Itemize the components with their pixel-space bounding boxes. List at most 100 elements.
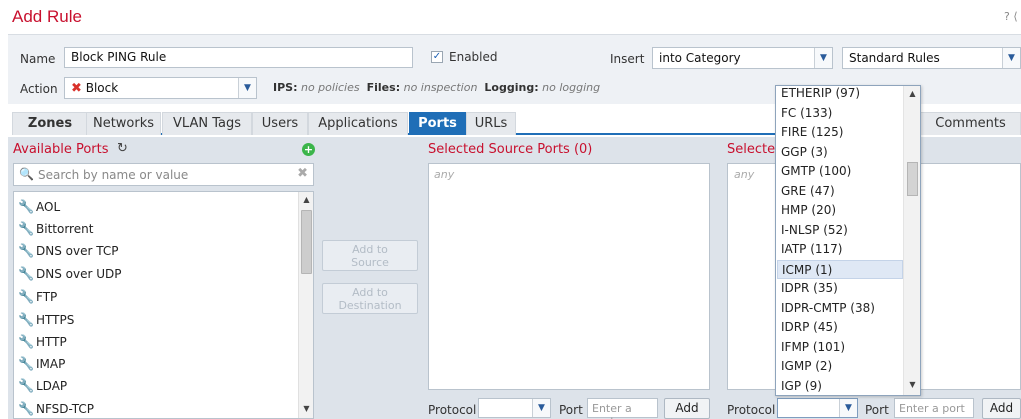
ips-label: IPS:	[273, 81, 298, 94]
available-ports-title: Available Ports	[13, 142, 109, 157]
dropdown-option[interactable]: ETHERIP (97)	[777, 86, 903, 103]
list-item[interactable]: 🔧 LDAP	[18, 376, 67, 396]
scroll-down-icon[interactable]: ▼	[904, 380, 920, 389]
list-item[interactable]: 🔧 HTTP	[18, 332, 67, 352]
list-item[interactable]: 🔧 AOL	[18, 197, 60, 217]
dropdown-option[interactable]: GGP (3)	[777, 143, 903, 162]
block-x-icon: ✖	[71, 81, 82, 96]
name-label: Name	[20, 52, 56, 66]
dropdown-option[interactable]: IGMP (2)	[777, 357, 903, 376]
source-add-button[interactable]: Add	[664, 398, 710, 419]
ips-value: no policies	[300, 81, 360, 94]
scroll-thumb[interactable]	[907, 162, 918, 196]
dropdown-option[interactable]: GRE (47)	[777, 182, 903, 201]
scroll-down-icon[interactable]: ▼	[299, 404, 313, 413]
add-port-icon[interactable]: +	[302, 143, 315, 156]
destination-protocol-select[interactable]: ▼	[777, 398, 858, 418]
wrench-icon: 🔧	[18, 266, 35, 282]
list-item-label: DNS over TCP	[36, 244, 119, 258]
action-select-value: Block	[85, 81, 119, 95]
list-item-label: Bittorrent	[36, 222, 94, 236]
source-protocol-select[interactable]: ▼	[478, 398, 551, 418]
files-value: no inspection	[403, 81, 478, 94]
tab-comments[interactable]: Comments	[920, 112, 1021, 135]
search-input[interactable]: Search by name or value	[38, 168, 188, 182]
dropdown-option[interactable]: FIRE (125)	[777, 123, 903, 142]
action-label: Action	[20, 82, 58, 96]
list-item[interactable]: 🔧 DNS over TCP	[18, 241, 118, 261]
chevron-down-icon: ▼	[839, 399, 857, 417]
port-label: Port	[559, 403, 583, 417]
help-icon[interactable]: ? ⟨	[1004, 10, 1018, 23]
port-label: Port	[865, 403, 889, 417]
wrench-icon: 🔧	[18, 401, 35, 417]
tab-users[interactable]: Users	[252, 112, 308, 135]
dropdown-option[interactable]: IFMP (101)	[777, 338, 903, 357]
scroll-up-icon[interactable]: ▲	[904, 89, 920, 98]
dropdown-scrollbar[interactable]: ▲ ▼	[903, 86, 920, 395]
dropdown-option[interactable]: IDPR-CMTP (38)	[777, 299, 903, 318]
dropdown-option[interactable]: IDRP (45)	[777, 318, 903, 337]
dropdown-option[interactable]: FC (133)	[777, 104, 903, 123]
list-scrollbar[interactable]: ▲ ▼	[298, 192, 313, 418]
dropdown-option[interactable]: I-NLSP (52)	[777, 221, 903, 240]
tab-ports[interactable]: Ports	[409, 112, 466, 135]
list-item[interactable]: 🔧 DNS over UDP	[18, 264, 121, 284]
list-item[interactable]: 🔧 FTP	[18, 287, 57, 307]
list-item[interactable]: 🔧 HTTPS	[18, 310, 74, 330]
tab-vlan-tags[interactable]: VLAN Tags	[162, 112, 252, 135]
enabled-label: Enabled	[449, 50, 498, 64]
list-item-label: IMAP	[36, 357, 66, 371]
list-item-label: FTP	[36, 290, 58, 304]
port-search[interactable]: 🔍 Search by name or value ✖	[13, 163, 314, 186]
list-item[interactable]: 🔧 Bittorrent	[18, 219, 93, 239]
button-label-line2: Source	[351, 256, 389, 269]
tab-urls[interactable]: URLs	[466, 112, 516, 135]
enabled-toggle[interactable]: ✓ Enabled	[431, 50, 498, 64]
logging-label: Logging:	[484, 81, 539, 94]
action-select[interactable]: ✖ Block ▼	[64, 77, 257, 99]
wrench-icon: 🔧	[18, 378, 35, 394]
scroll-up-icon[interactable]: ▲	[299, 195, 313, 204]
dropdown-option[interactable]: IDPR (35)	[777, 279, 903, 298]
wrench-icon: 🔧	[18, 334, 35, 350]
tab-zones[interactable]: Zones	[12, 112, 88, 135]
list-item[interactable]: 🔧 IMAP	[18, 354, 65, 374]
enabled-checkbox[interactable]: ✓	[431, 51, 443, 63]
category-select[interactable]: Standard Rules ▼	[842, 47, 1021, 69]
list-item[interactable]: 🔧 NFSD-TCP	[18, 399, 94, 418]
insert-label: Insert	[610, 52, 645, 66]
available-ports-list[interactable]: 🔧 AOL 🔧 Bittorrent 🔧 DNS over TCP 🔧 DNS over…	[13, 191, 314, 419]
add-to-source-button[interactable]: Add to Source	[322, 240, 418, 271]
protocol-label: Protocol	[727, 403, 776, 417]
button-label-line1: Add to	[352, 243, 388, 256]
dropdown-option[interactable]: HMP (20)	[777, 201, 903, 220]
protocol-dropdown-list[interactable]: ETHERIP (97) FC (133) FIRE (125) GGP (3)…	[775, 85, 921, 396]
selected-source-title: Selected Source Ports (0)	[428, 142, 593, 157]
destination-port-input[interactable]: Enter a port	[894, 398, 974, 418]
button-label-line2: Destination	[338, 299, 402, 312]
dropdown-option[interactable]: IGP (9)	[777, 377, 903, 395]
category-select-value: Standard Rules	[849, 51, 940, 65]
wrench-icon: 🔧	[18, 199, 35, 215]
refresh-icon[interactable]: ↻	[117, 141, 128, 156]
empty-any-text: any	[434, 168, 455, 181]
tab-applications[interactable]: Applications	[308, 112, 408, 135]
dropdown-option[interactable]: IATP (117)	[777, 240, 903, 259]
tab-networks[interactable]: Networks	[86, 112, 161, 135]
insert-select[interactable]: into Category ▼	[652, 47, 833, 69]
dropdown-option[interactable]: GMTP (100)	[777, 162, 903, 181]
scroll-thumb[interactable]	[301, 210, 312, 274]
list-item-label: HTTP	[36, 335, 67, 349]
clear-icon[interactable]: ✖	[297, 166, 308, 181]
selected-destination-title: Selecte	[727, 142, 776, 157]
rule-name-input[interactable]: Block PING Rule	[64, 47, 413, 68]
add-to-destination-button[interactable]: Add to Destination	[322, 283, 418, 314]
dropdown-option-highlighted[interactable]: ICMP (1)	[777, 260, 903, 279]
destination-add-button[interactable]: Add	[982, 398, 1021, 419]
search-icon: 🔍	[19, 167, 34, 181]
selected-source-list[interactable]: any	[428, 163, 710, 390]
chevron-down-icon: ▼	[532, 399, 550, 417]
files-label: Files:	[366, 81, 401, 94]
source-port-input[interactable]: Enter a port	[587, 398, 658, 419]
